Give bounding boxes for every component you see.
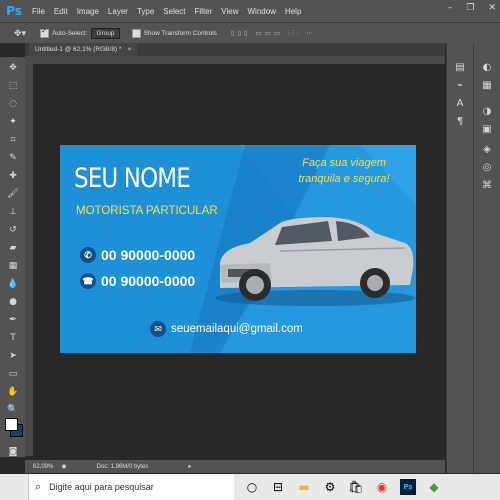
channels-panel-icon[interactable]: ◎	[481, 161, 493, 173]
menu-help[interactable]: Help	[285, 7, 301, 16]
styles-panel-icon[interactable]: ▣	[481, 123, 493, 135]
brush-tool-icon[interactable]: 🖌	[7, 188, 19, 200]
menu-image[interactable]: Image	[77, 7, 99, 16]
task-view-icon[interactable]: ○	[244, 479, 260, 495]
blur-tool-icon[interactable]: 💧	[7, 278, 19, 290]
menu-window[interactable]: Window	[248, 7, 276, 16]
character-panel-icon[interactable]: A	[454, 97, 466, 109]
paragraph-panel-icon[interactable]: ¶	[454, 115, 466, 127]
card-tagline-line1: Faça sua viagem	[302, 157, 386, 169]
foreground-color-swatch[interactable]	[5, 418, 18, 431]
card-tagline-line2: tranquila e segura!	[298, 173, 390, 185]
history-panel-icon[interactable]: ▤	[454, 61, 466, 73]
chrome-icon[interactable]: ◉	[374, 479, 390, 495]
search-icon: ⌕	[35, 480, 42, 493]
maximize-button[interactable]: ❐	[466, 3, 474, 13]
business-card[interactable]: SEU NOME MOTORISTA PARTICULAR Faça sua v…	[60, 145, 416, 353]
auto-select-checkbox[interactable]	[40, 27, 50, 38]
card-phone2-text: 00 90000-0000	[101, 273, 196, 289]
taskbar-search-placeholder: Digite aqui para pesquisar	[49, 482, 154, 492]
car-image	[215, 217, 415, 306]
marquee-tool-icon[interactable]: ⬚	[7, 80, 19, 92]
rectangle-tool-icon[interactable]: ▭	[7, 368, 19, 380]
history-brush-icon[interactable]: ↺	[7, 224, 19, 236]
zoom-level[interactable]: 62,09%	[33, 464, 53, 470]
tools-panel: ✥ ⬚ ◌ ✦ ⌗ ✎ ✚ 🖌 ⊥ ↺ ▰ ▦ 💧 ● ✒ T ➤ ▭ ✋ 🔍 …	[0, 57, 26, 457]
document-tab[interactable]: Untitled-1 @ 62,1% (RGB/8) * ×	[29, 43, 138, 56]
menu-select[interactable]: Select	[163, 7, 185, 16]
menu-file[interactable]: File	[32, 7, 45, 16]
card-phone1-text: 00 90000-0000	[101, 247, 196, 263]
lasso-tool-icon[interactable]: ◌	[7, 98, 19, 110]
document-tab-title: Untitled-1 @ 62,1% (RGB/8) *	[35, 46, 122, 53]
auto-select-label: Auto-Select:	[52, 29, 88, 37]
email-icon: ✉	[150, 321, 166, 337]
crop-tool-icon[interactable]: ⌗	[7, 134, 19, 146]
dodge-tool-icon[interactable]: ●	[7, 296, 19, 308]
menu-bar: Ps File Edit Image Layer Type Select Fil…	[0, 0, 500, 22]
phone-icon: ☎	[80, 273, 96, 289]
hand-tool-icon[interactable]: ✋	[7, 386, 19, 398]
status-share-icon[interactable]: ◉	[61, 463, 66, 470]
windows-taskbar: ⌕ Digite aqui para pesquisar ○ ⊟ ▬ ⚙ 🛍 ◉…	[0, 474, 500, 500]
menu-type[interactable]: Type	[137, 7, 154, 16]
card-subtitle: MOTORISTA PARTICULAR	[76, 205, 218, 217]
transform-controls-checkbox[interactable]	[131, 28, 141, 38]
swatches-panel-icon[interactable]: ▦	[481, 79, 493, 91]
layers-panel-icon[interactable]: ◈	[481, 143, 493, 155]
options-bar: ✥▾ Auto-Select: Group Show Transform Con…	[0, 22, 500, 44]
menu-edit[interactable]: Edit	[54, 7, 68, 16]
document-info: Doc: 1,96M/0 bytes	[96, 463, 149, 470]
close-tab-icon[interactable]: ×	[127, 46, 131, 53]
eraser-icon[interactable]: ▰	[7, 242, 19, 254]
store-icon[interactable]: 🛍	[348, 479, 364, 495]
panel-column-1: ▤ ⌁ A ¶	[446, 43, 473, 473]
menu-filter[interactable]: Filter	[195, 7, 213, 16]
card-phone: ☎ 00 90000-0000	[80, 273, 195, 289]
multitask-icon[interactable]: ⊟	[270, 479, 286, 495]
eyedropper-icon[interactable]: ✎	[7, 152, 19, 164]
zoom-tool-icon[interactable]: 🔍	[7, 404, 19, 416]
move-tool-icon[interactable]: ✥	[7, 62, 19, 74]
close-button[interactable]: ✕	[488, 3, 496, 13]
status-bar: 62,09% ◉ Doc: 1,96M/0 bytes ▸	[25, 460, 445, 473]
transform-controls-label: Show Transform Controls	[143, 29, 217, 37]
healing-brush-icon[interactable]: ✚	[7, 170, 19, 182]
document-tab-bar: Untitled-1 @ 62,1% (RGB/8) * ×	[25, 43, 445, 56]
paths-panel-icon[interactable]: ⌘	[481, 179, 493, 191]
menu-layer[interactable]: Layer	[108, 7, 128, 16]
menu-view[interactable]: View	[221, 7, 238, 16]
move-tool-icon[interactable]: ✥▾	[14, 28, 26, 39]
security-icon[interactable]: ◆	[426, 479, 442, 495]
photoshop-logo: Ps	[6, 4, 22, 18]
panel-column-2: ◐ ▦ ◑ ▣ ◈ ◎ ⌘	[473, 43, 500, 473]
align-icons[interactable]: ▯▯▯ ▭▭▭ ⫶⫶⫶ ⋯	[231, 29, 316, 38]
settings-icon[interactable]: ⚙	[322, 479, 338, 495]
color-panel-icon[interactable]: ◐	[481, 61, 493, 73]
type-tool-icon[interactable]: T	[7, 332, 19, 344]
taskbar-search[interactable]: ⌕ Digite aqui para pesquisar	[28, 474, 234, 500]
pen-tool-icon[interactable]: ✒	[7, 314, 19, 326]
minimize-button[interactable]: –	[448, 3, 453, 13]
auto-select-dropdown[interactable]: Group	[91, 27, 120, 39]
adjustments-panel-icon[interactable]: ◑	[481, 105, 493, 117]
right-panel-dock: ▤ ⌁ A ¶ ◐ ▦ ◑ ▣ ◈ ◎ ⌘	[446, 43, 500, 473]
path-selection-icon[interactable]: ➤	[7, 350, 19, 362]
clone-stamp-icon[interactable]: ⊥	[7, 206, 19, 218]
card-tagline: Faça sua viagem tranquila e segura!	[284, 155, 404, 187]
file-explorer-icon[interactable]: ▬	[296, 479, 312, 495]
card-name: SEU NOME	[74, 163, 191, 194]
brush-panel-icon[interactable]: ⌁	[454, 79, 466, 91]
status-arrow-icon[interactable]: ▸	[188, 463, 191, 470]
whatsapp-icon: ✆	[80, 247, 96, 263]
quick-mask-icon[interactable]: ◙	[7, 446, 19, 458]
card-email-text: seuemailaqui@gmail.com	[171, 323, 303, 335]
gradient-tool-icon[interactable]: ▦	[7, 260, 19, 272]
photoshop-taskbar-icon[interactable]: Ps	[400, 479, 416, 495]
card-email: ✉ seuemailaqui@gmail.com	[150, 321, 303, 337]
magic-wand-icon[interactable]: ✦	[7, 116, 19, 128]
card-phone-whatsapp: ✆ 00 90000-0000	[80, 247, 195, 263]
